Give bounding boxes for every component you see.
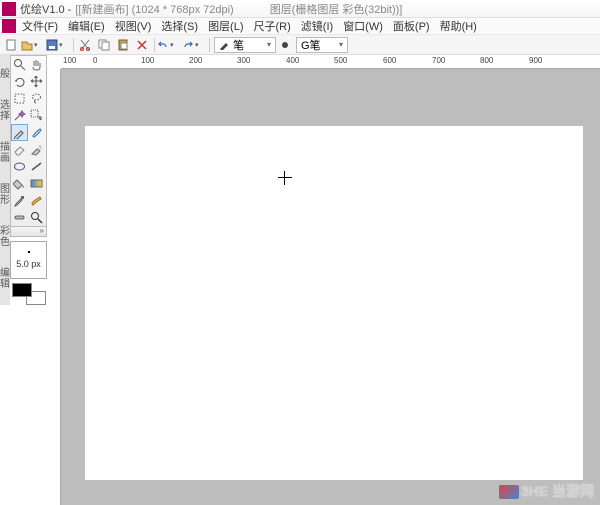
menu-panel[interactable]: 面板(P) bbox=[393, 18, 430, 34]
magnifier-tool[interactable] bbox=[11, 56, 28, 73]
pen-selector[interactable]: 笔 ▾ bbox=[214, 37, 276, 53]
select-move-tool[interactable] bbox=[28, 107, 45, 124]
pen2-selector[interactable]: G笔 ▾ bbox=[296, 37, 348, 53]
tool-sidebar: 般 选择 描画 图形 彩色 编辑 bbox=[0, 55, 47, 505]
menu-app-icon bbox=[2, 19, 16, 33]
delete-button[interactable] bbox=[133, 37, 151, 53]
brush-preview[interactable]: 5.0 px bbox=[10, 241, 47, 279]
menu-window[interactable]: 窗口(W) bbox=[343, 18, 383, 34]
menu-filter[interactable]: 滤镜(I) bbox=[301, 18, 333, 34]
app-title: 优绘V1.0 - bbox=[20, 1, 71, 17]
gradient-tool[interactable] bbox=[28, 175, 45, 192]
pen-tool[interactable] bbox=[11, 124, 28, 141]
canvas[interactable] bbox=[85, 126, 583, 480]
group-label-general: 般 bbox=[0, 69, 10, 80]
palette-expand[interactable]: » bbox=[10, 227, 47, 237]
save-button[interactable] bbox=[46, 37, 70, 53]
tool-group-labels: 般 选择 描画 图形 彩色 编辑 bbox=[0, 55, 10, 305]
shape-tool[interactable] bbox=[11, 158, 28, 175]
group-label-color: 彩色 bbox=[0, 226, 10, 248]
title-bar: 优绘V1.0 - [[新建画布] (1024 * 768px 72dpi) 图层… bbox=[0, 0, 600, 18]
ruler-tick-label: 400 bbox=[286, 56, 299, 65]
app-icon bbox=[2, 2, 16, 16]
brush-dot-icon bbox=[28, 251, 30, 253]
menu-help[interactable]: 帮助(H) bbox=[440, 18, 477, 34]
radio-dot-icon[interactable] bbox=[282, 42, 288, 48]
group-label-shape: 图形 bbox=[0, 184, 10, 206]
pen-selector-label: 笔 bbox=[233, 37, 244, 53]
new-button[interactable] bbox=[2, 37, 20, 53]
group-label-select: 选择 bbox=[0, 100, 10, 122]
ruler-tick-label: 500 bbox=[334, 56, 347, 65]
rotate-tool[interactable] bbox=[11, 73, 28, 90]
eyedropper-tool[interactable] bbox=[11, 192, 28, 209]
ruler-tick-label: 0 bbox=[93, 56, 97, 65]
paste-button[interactable] bbox=[114, 37, 132, 53]
tool-palette bbox=[10, 55, 47, 227]
watermark-text: 当游网 bbox=[552, 483, 594, 499]
ruler-horizontal: 100 0 100 200 300 400 500 600 700 800 90… bbox=[61, 55, 600, 69]
tube-tool[interactable] bbox=[28, 192, 45, 209]
pen-icon bbox=[219, 40, 229, 50]
menu-view[interactable]: 视图(V) bbox=[115, 18, 152, 34]
ruler-tick-label: 700 bbox=[432, 56, 445, 65]
move-tool[interactable] bbox=[28, 73, 45, 90]
lasso-tool[interactable] bbox=[28, 90, 45, 107]
crosshair-cursor-icon bbox=[278, 171, 292, 185]
brush-tool[interactable] bbox=[28, 124, 45, 141]
separator bbox=[73, 38, 74, 52]
ruler-tick-label: 300 bbox=[237, 56, 250, 65]
watermark-prefix: 3HE bbox=[521, 483, 548, 499]
main-toolbar: 笔 ▾ G笔 ▾ bbox=[0, 35, 600, 55]
ruler-tick-label: 900 bbox=[529, 56, 542, 65]
document-title: [[新建画布] (1024 * 768px 72dpi) bbox=[75, 1, 233, 17]
ruler-tick-label: 100 bbox=[141, 56, 154, 65]
group-label-draw: 描画 bbox=[0, 142, 10, 164]
cut-button[interactable] bbox=[76, 37, 94, 53]
group-label-edit: 编辑 bbox=[0, 268, 10, 290]
menu-ruler[interactable]: 尺子(R) bbox=[254, 18, 291, 34]
menu-edit[interactable]: 编辑(E) bbox=[68, 18, 105, 34]
pen2-selector-label: G笔 bbox=[301, 37, 321, 53]
menu-layer[interactable]: 图层(L) bbox=[208, 18, 243, 34]
watermark: 3HE 当游网 bbox=[499, 481, 594, 501]
open-button[interactable] bbox=[21, 37, 45, 53]
foreground-color-icon[interactable] bbox=[12, 283, 32, 297]
watermark-logo-icon bbox=[499, 485, 519, 499]
ruler-tick-label: 100 bbox=[63, 56, 76, 65]
layer-title: 图层(栅格图层 彩色(32bit))] bbox=[270, 1, 403, 17]
menu-select[interactable]: 选择(S) bbox=[161, 18, 198, 34]
ruler-tick-label: 800 bbox=[480, 56, 493, 65]
eraser-tool[interactable] bbox=[11, 141, 28, 158]
separator bbox=[209, 38, 210, 52]
text-tool[interactable] bbox=[11, 209, 28, 226]
zoom-tool[interactable] bbox=[28, 209, 45, 226]
menu-bar: 文件(F) 编辑(E) 视图(V) 选择(S) 图层(L) 尺子(R) 滤镜(I… bbox=[0, 18, 600, 35]
hand-tool[interactable] bbox=[28, 56, 45, 73]
wand-tool[interactable] bbox=[11, 107, 28, 124]
airbrush-tool[interactable] bbox=[28, 141, 45, 158]
undo-button[interactable] bbox=[157, 37, 181, 53]
ruler-tick-label: 200 bbox=[189, 56, 202, 65]
rect-select-tool[interactable] bbox=[11, 90, 28, 107]
menu-file[interactable]: 文件(F) bbox=[22, 18, 58, 34]
redo-button[interactable] bbox=[182, 37, 206, 53]
separator bbox=[154, 38, 155, 52]
ruler-tick-label: 600 bbox=[383, 56, 396, 65]
color-swatch[interactable] bbox=[12, 283, 46, 305]
copy-button[interactable] bbox=[95, 37, 113, 53]
bucket-tool[interactable] bbox=[11, 175, 28, 192]
brush-size-label: 5.0 px bbox=[16, 259, 41, 269]
ruler-vertical bbox=[47, 69, 61, 505]
line-tool[interactable] bbox=[28, 158, 45, 175]
